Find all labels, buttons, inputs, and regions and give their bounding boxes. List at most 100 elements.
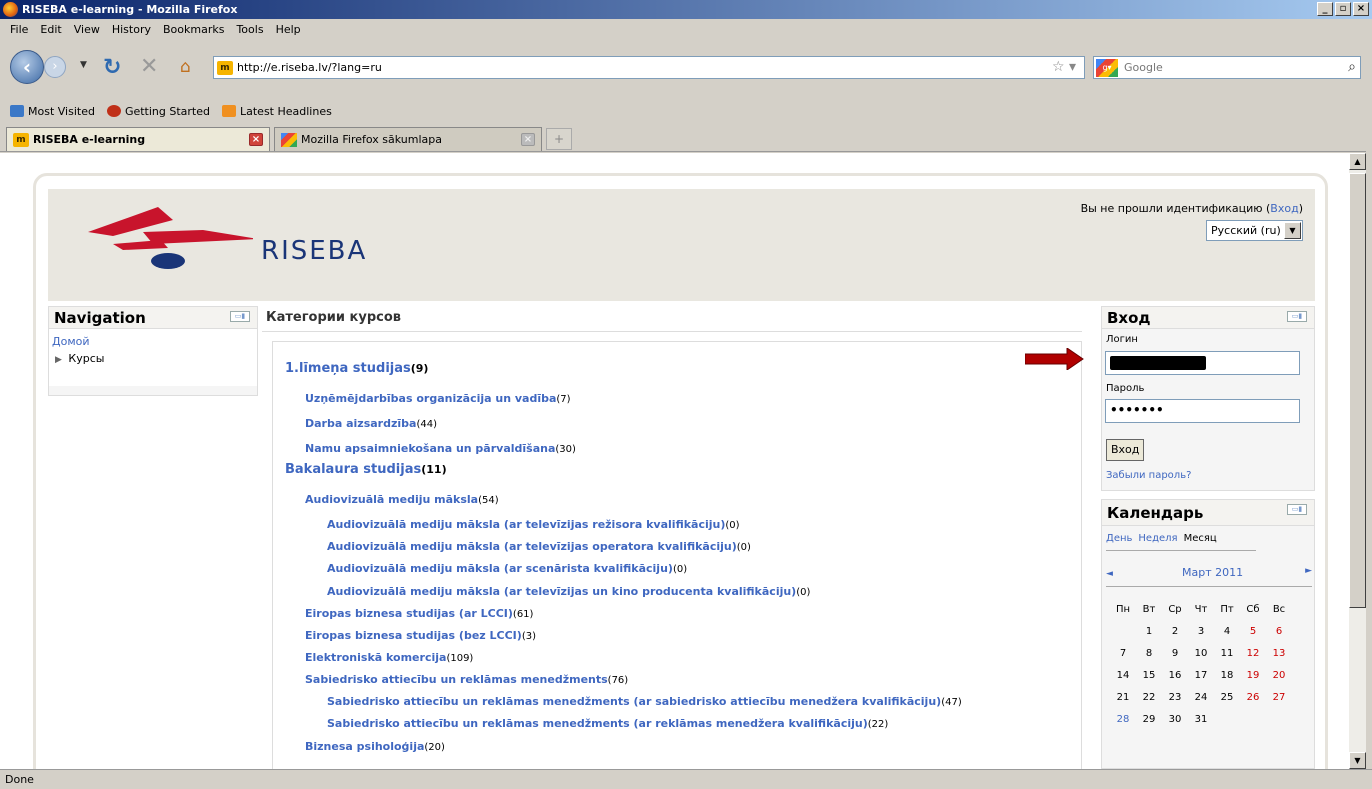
calendar-day[interactable]: 9 (1162, 642, 1188, 664)
menu-help[interactable]: Help (270, 23, 307, 36)
calendar-day[interactable]: 4 (1214, 620, 1240, 642)
calendar-day[interactable]: 16 (1162, 664, 1188, 686)
search-bar[interactable]: g▾ Google ⌕ (1093, 56, 1361, 79)
close-window-button[interactable]: × (1353, 2, 1369, 16)
google-search-engine-icon[interactable]: g▾ (1096, 58, 1118, 77)
nav-courses-item[interactable]: ▶ Курсы (52, 352, 254, 365)
category-link[interactable]: Sabiedrisko attiecību un reklāmas menedž… (327, 717, 888, 730)
dock-block-icon[interactable]: ▭▮ (1287, 311, 1307, 322)
calendar-day[interactable]: 2 (1162, 620, 1188, 642)
category-link[interactable]: Audiovizuālā mediju māksla (ar televīzij… (327, 540, 751, 553)
category-link[interactable]: Eiropas biznesa studijas (bez LCCI)(3) (305, 629, 536, 642)
scroll-thumb[interactable] (1349, 173, 1366, 608)
scroll-down-icon[interactable]: ▼ (1349, 752, 1366, 769)
menu-history[interactable]: History (106, 23, 157, 36)
menu-edit[interactable]: Edit (34, 23, 67, 36)
bookmark-most-visited[interactable]: Most Visited (10, 105, 95, 118)
calendar-day-view[interactable]: День (1106, 533, 1132, 544)
menu-file[interactable]: File (4, 23, 34, 36)
bookmark-star-icon[interactable]: ☆ ▾ (1052, 59, 1076, 75)
calendar-day[interactable]: 12 (1240, 642, 1266, 664)
next-month-icon[interactable]: ► (1305, 566, 1312, 576)
calendar-day[interactable]: 30 (1162, 708, 1188, 730)
close-tab-icon[interactable]: × (521, 133, 535, 146)
calendar-day[interactable]: 20 (1266, 664, 1292, 686)
category-name[interactable]: Eiropas biznesa studijas (bez LCCI) (305, 629, 522, 642)
calendar-day[interactable]: 28 (1110, 708, 1136, 730)
menu-bookmarks[interactable]: Bookmarks (157, 23, 230, 36)
category-link[interactable]: Uzņēmējdarbības organizācija un vadība(7… (305, 392, 571, 405)
category-link[interactable]: Audiovizuālā mediju māksla (ar televīzij… (327, 518, 740, 531)
password-field[interactable]: ••••••• (1105, 399, 1300, 423)
home-icon[interactable]: ⌂ (180, 57, 191, 77)
category-name[interactable]: Audiovizuālā mediju māksla (ar televīzij… (327, 518, 725, 531)
scroll-up-icon[interactable]: ▲ (1349, 153, 1366, 170)
calendar-day[interactable]: 8 (1136, 642, 1162, 664)
category-link[interactable]: Bakalaura studijas(11) (285, 462, 447, 477)
category-name[interactable]: Namu apsaimniekošana un pārvaldīšana (305, 442, 555, 455)
nav-home-link[interactable]: Домой (52, 335, 90, 348)
calendar-day[interactable]: 19 (1240, 664, 1266, 686)
calendar-day[interactable]: 27 (1266, 686, 1292, 708)
calendar-day[interactable]: 25 (1214, 686, 1240, 708)
reload-icon[interactable]: ↻ (103, 55, 121, 80)
close-tab-icon[interactable]: × (249, 133, 263, 146)
calendar-day[interactable]: 21 (1110, 686, 1136, 708)
username-field[interactable] (1105, 351, 1300, 375)
calendar-day[interactable]: 11 (1214, 642, 1240, 664)
calendar-day[interactable]: 18 (1214, 664, 1240, 686)
dock-block-icon[interactable]: ▭▮ (1287, 504, 1307, 515)
category-name[interactable]: 1.līmeņa studijas (285, 361, 411, 376)
category-link[interactable]: Biznesa psiholoģija(20) (305, 740, 445, 753)
prev-month-icon[interactable]: ◄ (1106, 569, 1113, 579)
category-name[interactable]: Audiovizuālā mediju māksla (ar televīzij… (327, 585, 796, 598)
new-tab-button[interactable]: + (546, 128, 572, 150)
category-name[interactable]: Sabiedrisko attiecību un reklāmas menedž… (327, 695, 941, 708)
maximize-button[interactable]: ▫ (1335, 2, 1351, 16)
bookmark-latest-headlines[interactable]: Latest Headlines (222, 105, 332, 118)
calendar-day[interactable]: 7 (1110, 642, 1136, 664)
calendar-day[interactable]: 5 (1240, 620, 1266, 642)
category-name[interactable]: Audiovizuālā mediju māksla (305, 493, 478, 506)
language-select[interactable]: Русский (ru) ▼ (1206, 220, 1303, 241)
calendar-day[interactable]: 10 (1188, 642, 1214, 664)
category-name[interactable]: Darba aizsardzība (305, 417, 416, 430)
history-dropdown-icon[interactable]: ▼ (80, 60, 87, 70)
tab-riseba[interactable]: m RISEBA e-learning × (6, 127, 270, 151)
category-name[interactable]: Eiropas biznesa studijas (ar LCCI) (305, 607, 513, 620)
category-link[interactable]: Sabiedrisko attiecību un reklāmas menedž… (327, 695, 962, 708)
category-name[interactable]: Elektroniskā komercija (305, 651, 446, 664)
calendar-day[interactable]: 6 (1266, 620, 1292, 642)
calendar-week-view[interactable]: Неделя (1138, 533, 1177, 544)
calendar-day[interactable]: 3 (1188, 620, 1214, 642)
calendar-day[interactable]: 22 (1136, 686, 1162, 708)
category-name[interactable]: Bakalaura studijas (285, 462, 421, 477)
calendar-day[interactable]: 24 (1188, 686, 1214, 708)
category-link[interactable]: Namu apsaimniekošana un pārvaldīšana(30) (305, 442, 576, 455)
tab-firefox-start[interactable]: Mozilla Firefox sākumlapa × (274, 127, 542, 151)
dock-block-icon[interactable]: ▭▮ (230, 311, 250, 322)
calendar-day[interactable]: 14 (1110, 664, 1136, 686)
category-link[interactable]: Elektroniskā komercija(109) (305, 651, 473, 664)
category-link[interactable]: Audiovizuālā mediju māksla(54) (305, 493, 499, 506)
category-link[interactable]: Darba aizsardzība(44) (305, 417, 437, 430)
forgot-password-link[interactable]: Забыли пароль? (1106, 470, 1191, 481)
calendar-day[interactable]: 1 (1136, 620, 1162, 642)
calendar-day[interactable]: 17 (1188, 664, 1214, 686)
calendar-day[interactable]: 13 (1266, 642, 1292, 664)
calendar-day[interactable]: 29 (1136, 708, 1162, 730)
menu-view[interactable]: View (68, 23, 106, 36)
header-login-link[interactable]: Вход (1270, 202, 1298, 215)
category-link[interactable]: 1.līmeņa studijas(9) (285, 361, 428, 376)
chevron-down-icon[interactable]: ▼ (1284, 222, 1301, 239)
category-name[interactable]: Sabiedrisko attiecību un reklāmas menedž… (327, 717, 868, 730)
category-link[interactable]: Eiropas biznesa studijas (ar LCCI)(61) (305, 607, 533, 620)
calendar-month-label[interactable]: Март 2011 (1182, 566, 1243, 579)
calendar-day[interactable]: 23 (1162, 686, 1188, 708)
calendar-month-view[interactable]: Месяц (1184, 533, 1217, 544)
menu-tools[interactable]: Tools (230, 23, 269, 36)
bookmark-getting-started[interactable]: Getting Started (106, 105, 210, 118)
stop-icon[interactable]: ✕ (140, 54, 158, 79)
calendar-day[interactable]: 15 (1136, 664, 1162, 686)
calendar-day[interactable]: 31 (1188, 708, 1214, 730)
